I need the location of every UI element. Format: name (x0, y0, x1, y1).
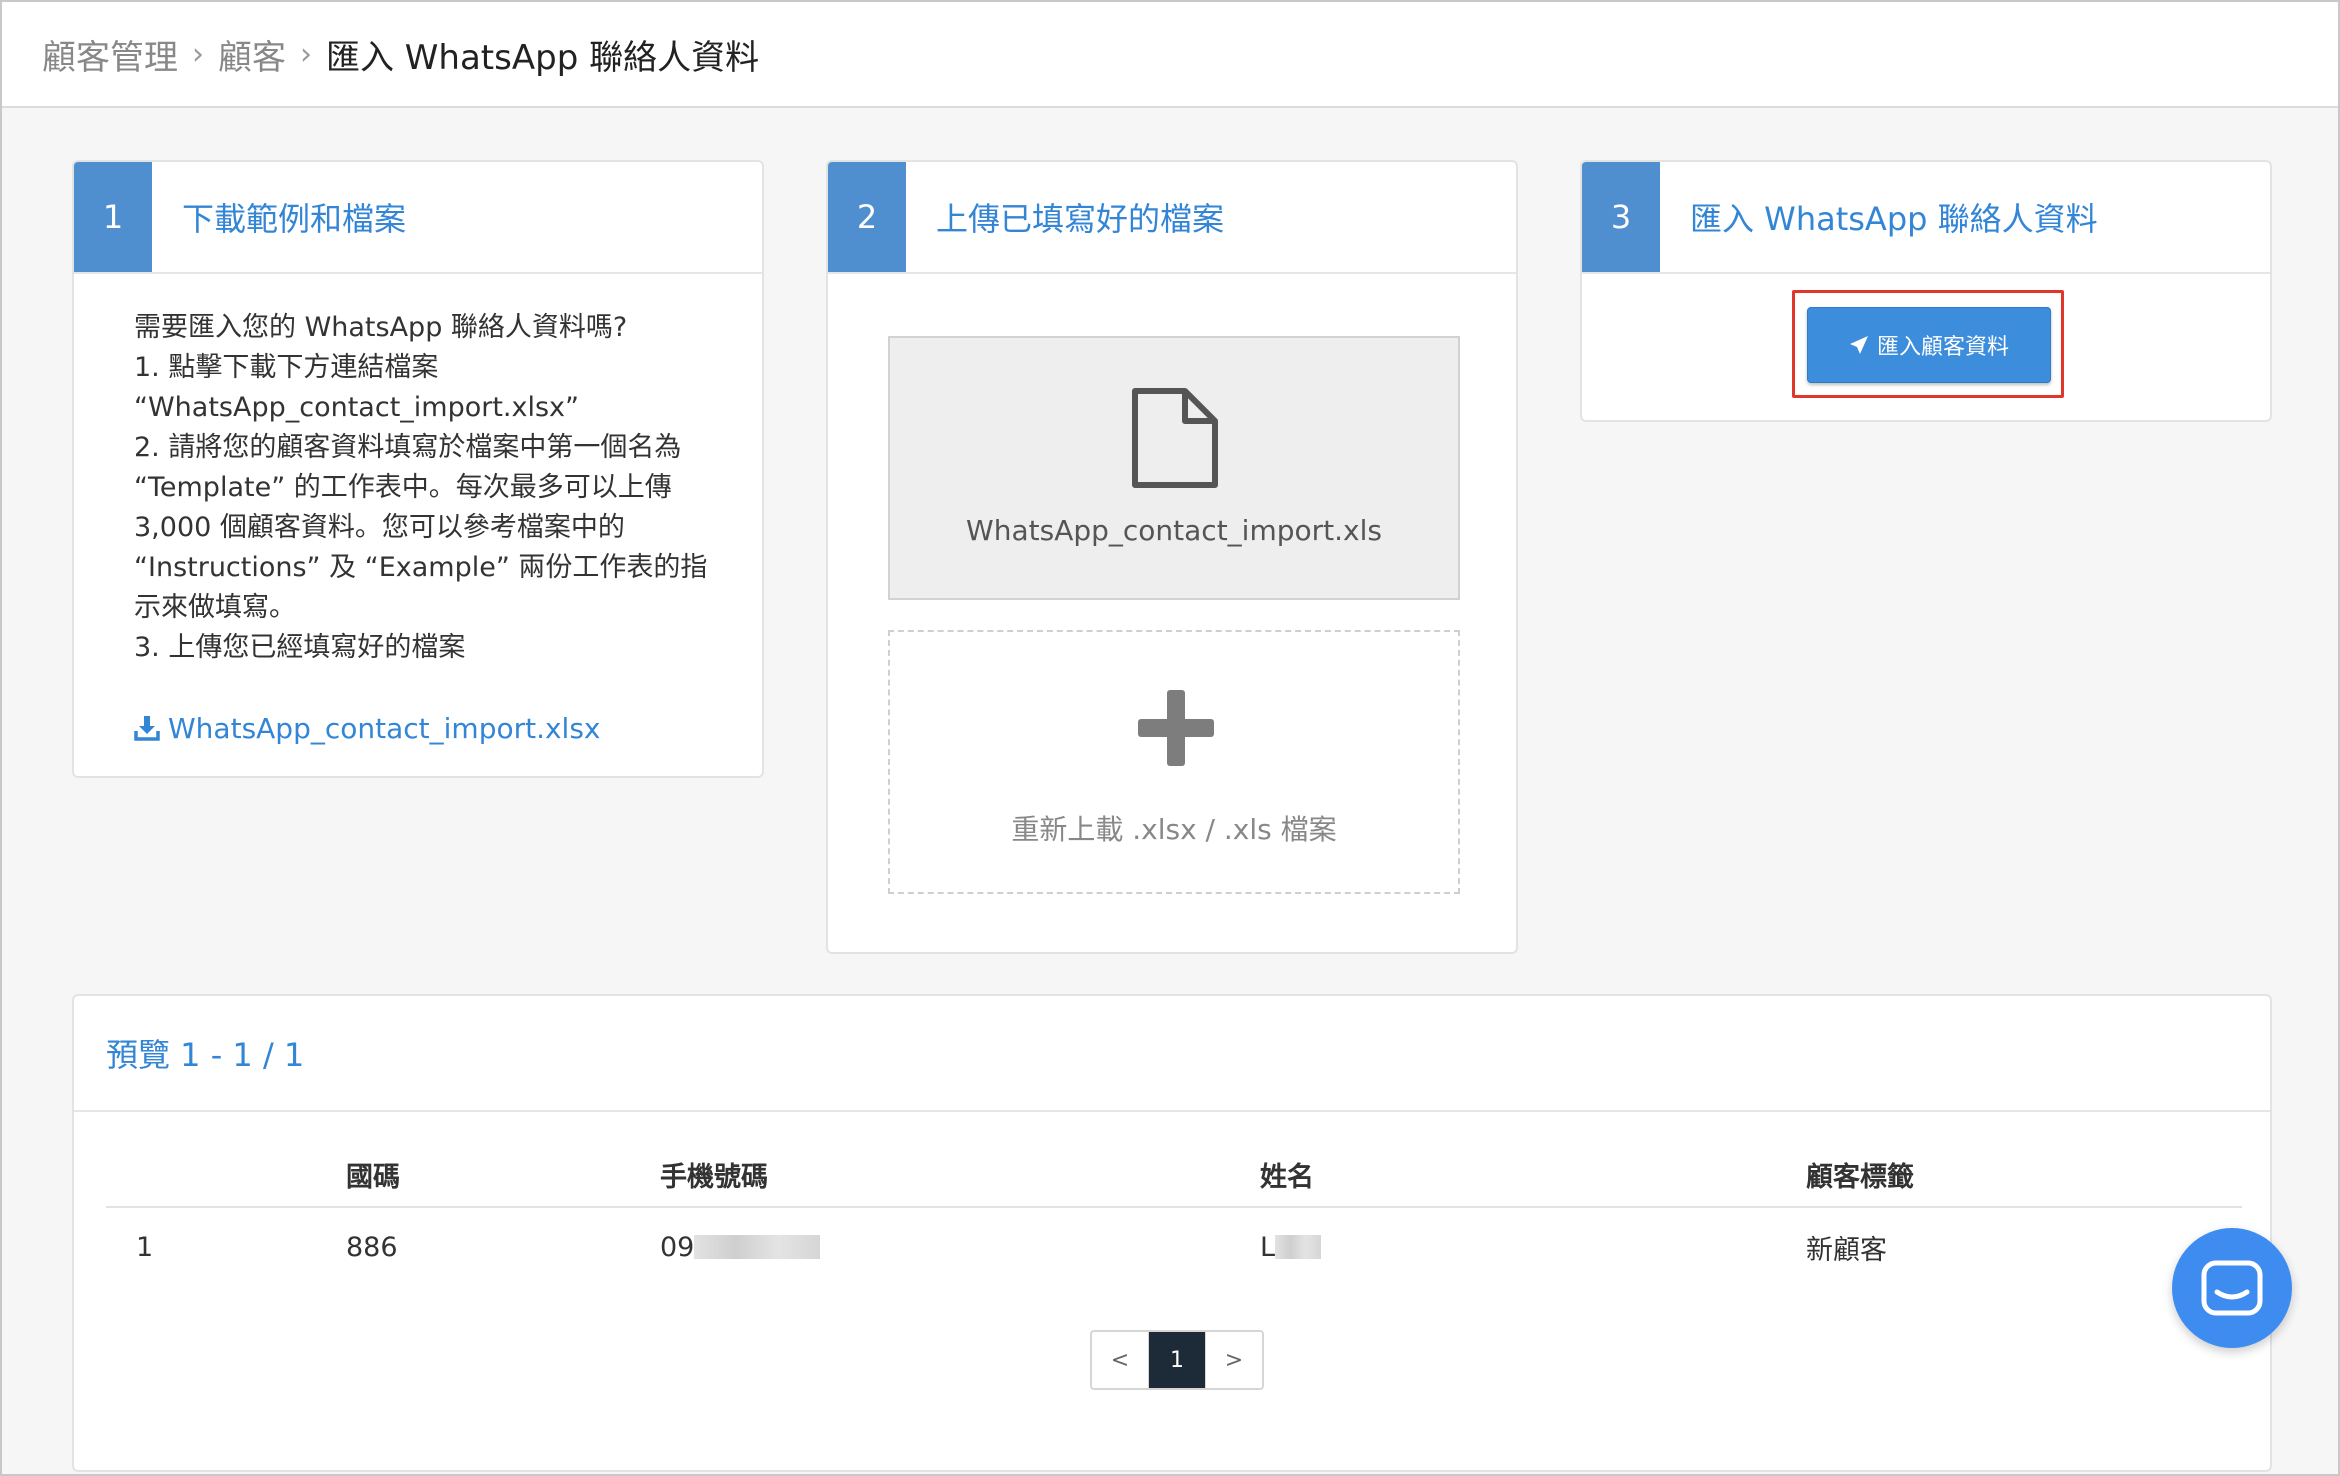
redacted-name (1275, 1235, 1322, 1259)
app-frame: 顧客管理 › 顧客 › 匯入 WhatsApp 聯絡人資料 1 下載範例和檔案 … (0, 0, 2340, 1476)
column-tag: 顧客標籤 (1806, 1161, 1914, 1193)
breadcrumb-customers[interactable]: 顧客 (218, 30, 286, 79)
row-index: 1 (136, 1231, 154, 1263)
chat-icon (2201, 1260, 2263, 1316)
instruction-line: “Template” 的工作表中。每次最多可以上傳 (134, 472, 672, 503)
step-1-title: 下載範例和檔案 (182, 200, 407, 238)
uploaded-file-box[interactable]: WhatsApp_contact_import.xls (888, 336, 1460, 600)
pagination-prev[interactable]: < (1092, 1332, 1148, 1388)
plus-icon (1138, 690, 1214, 766)
column-name: 姓名 (1260, 1161, 1314, 1193)
pagination: < 1 > (1090, 1330, 1264, 1390)
instruction-line: 示來做填寫。 (134, 592, 296, 623)
step-3-title: 匯入 WhatsApp 聯絡人資料 (1690, 200, 2098, 238)
breadcrumb: 顧客管理 › 顧客 › 匯入 WhatsApp 聯絡人資料 (42, 30, 759, 78)
step-1-card: 1 下載範例和檔案 需要匯入您的 WhatsApp 聯絡人資料嗎? 1. 點擊下… (72, 160, 764, 778)
step-3-header: 3 匯入 WhatsApp 聯絡人資料 (1582, 162, 2270, 274)
breadcrumb-current: 匯入 WhatsApp 聯絡人資料 (326, 37, 760, 78)
instruction-line: 1. 點擊下載下方連結檔案 (134, 352, 439, 383)
download-link-label: WhatsApp_contact_import.xlsx (168, 711, 601, 745)
step-2-title: 上傳已填寫好的檔案 (936, 200, 1225, 238)
table-header: 國碼 手機號碼 姓名 顧客標籤 (106, 1142, 2242, 1208)
chevron-right-icon: › (192, 36, 204, 72)
step-2-card: 2 上傳已填寫好的檔案 WhatsApp_contact_import.xls … (826, 160, 1518, 954)
row-phone-cell: 09 (660, 1208, 821, 1286)
preview-card: 預覽 1 - 1 / 1 國碼 手機號碼 姓名 顧客標籤 1 886 09 L … (72, 994, 2272, 1472)
chevron-right-icon: › (300, 36, 312, 72)
highlight-box: 匯入顧客資料 (1792, 290, 2064, 398)
reupload-label: 重新上載 .xlsx / .xls 檔案 (1011, 813, 1337, 846)
instruction-line: “WhatsApp_contact_import.xlsx” (134, 392, 580, 423)
redacted-phone (694, 1235, 821, 1259)
row-country-code: 886 (346, 1231, 398, 1263)
step-3-number: 3 (1582, 162, 1660, 272)
instruction-line: 2. 請將您的顧客資料填寫於檔案中第一個名為 (134, 432, 682, 463)
pagination-next[interactable]: > (1205, 1332, 1262, 1388)
row-name-cell: L (1260, 1208, 1322, 1286)
preview-header: 預覽 1 - 1 / 1 (74, 996, 2270, 1112)
row-tag: 新顧客 (1806, 1234, 1887, 1266)
column-phone: 手機號碼 (660, 1161, 768, 1193)
download-template-link[interactable]: WhatsApp_contact_import.xlsx (134, 708, 601, 748)
instruction-line: “Instructions” 及 “Example” 兩份工作表的指 (134, 552, 708, 583)
download-icon (134, 716, 160, 741)
step-1-number: 1 (74, 162, 152, 272)
step-2-header: 2 上傳已填寫好的檔案 (828, 162, 1516, 274)
import-button-label: 匯入顧客資料 (1876, 335, 2009, 360)
uploaded-file-name: WhatsApp_contact_import.xls (966, 514, 1382, 547)
page-header: 顧客管理 › 顧客 › 匯入 WhatsApp 聯絡人資料 (2, 2, 2338, 108)
row-name: L (1260, 1231, 1276, 1263)
instruction-line: 需要匯入您的 WhatsApp 聯絡人資料嗎? (134, 312, 628, 343)
step-2-number: 2 (828, 162, 906, 272)
step-3-card: 3 匯入 WhatsApp 聯絡人資料 匯入顧客資料 (1580, 160, 2272, 422)
step-1-instructions: 需要匯入您的 WhatsApp 聯絡人資料嗎? 1. 點擊下載下方連結檔案 “W… (134, 308, 734, 668)
column-country-code: 國碼 (346, 1161, 400, 1193)
preview-title: 預覽 1 - 1 / 1 (106, 1036, 305, 1074)
instruction-line: 3. 上傳您已經填寫好的檔案 (134, 632, 466, 663)
chat-widget-button[interactable] (2172, 1228, 2292, 1348)
instruction-line: 3,000 個顧客資料。您可以參考檔案中的 (134, 512, 625, 543)
row-phone: 09 (660, 1231, 695, 1263)
import-customers-button[interactable]: 匯入顧客資料 (1807, 307, 2051, 383)
file-icon (1132, 388, 1218, 488)
reupload-dropzone[interactable]: 重新上載 .xlsx / .xls 檔案 (888, 630, 1460, 894)
pagination-page-1[interactable]: 1 (1148, 1332, 1205, 1388)
rocket-icon (1849, 336, 1868, 354)
table-row: 1 886 09 L 新顧客 (106, 1208, 2242, 1286)
breadcrumb-customer-management[interactable]: 顧客管理 (42, 30, 178, 79)
step-1-header: 1 下載範例和檔案 (74, 162, 762, 274)
